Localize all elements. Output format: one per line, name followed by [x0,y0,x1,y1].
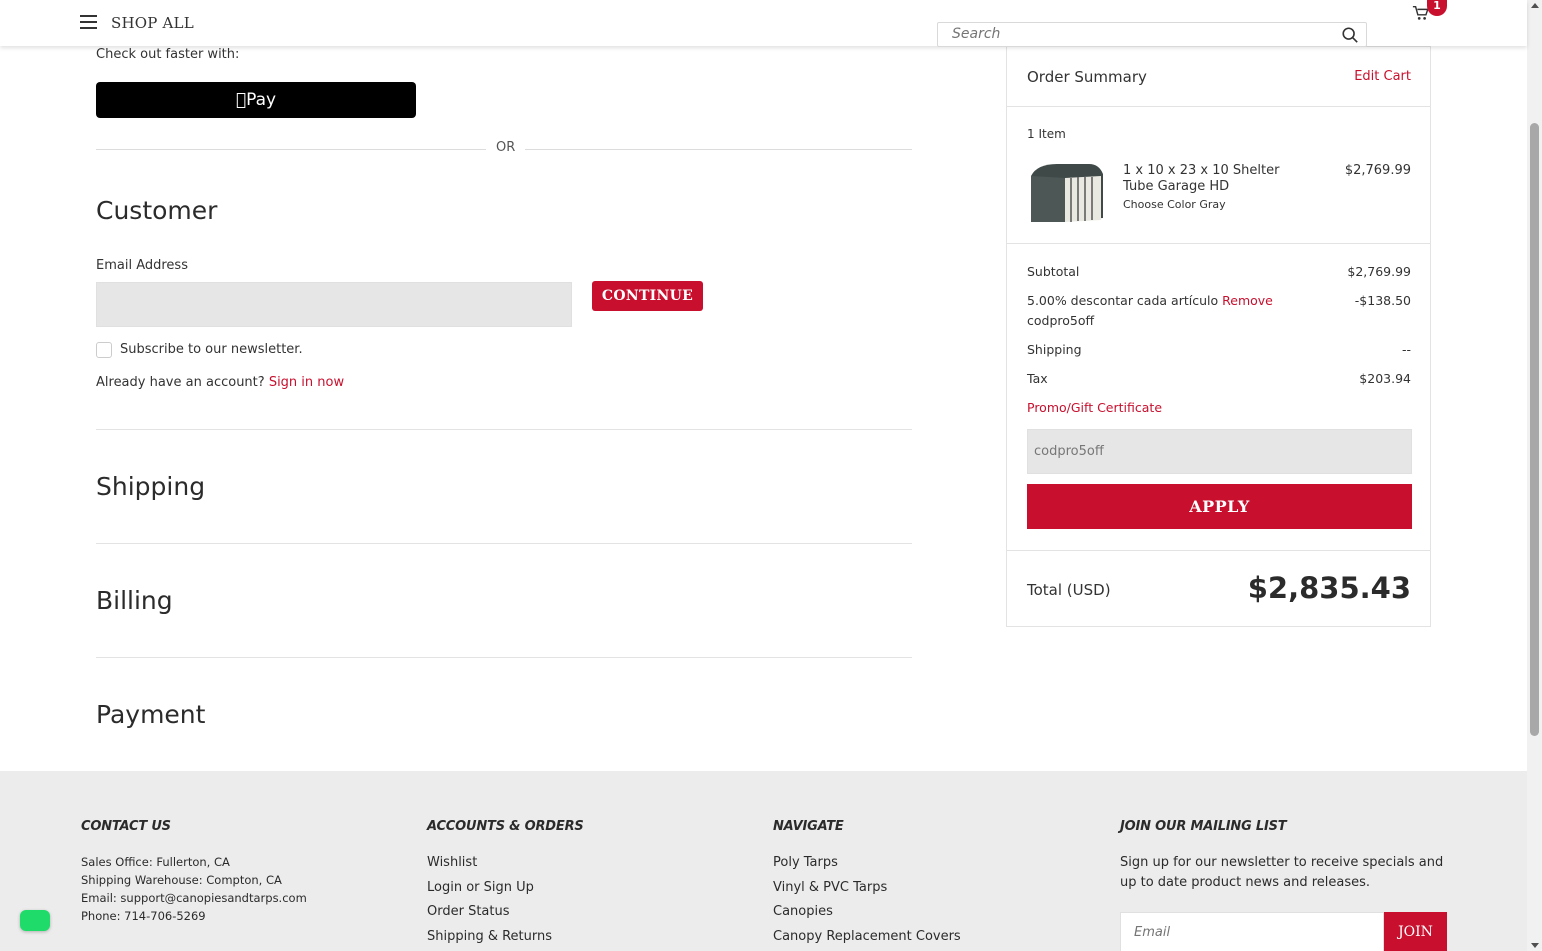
join-button[interactable]: JOIN [1384,912,1447,951]
newsletter-checkbox[interactable] [96,342,112,358]
customer-section-title: Customer [96,196,218,225]
scrollbar-thumb[interactable] [1530,123,1539,736]
summary-divider [1007,106,1430,107]
product-option: Choose Color Gray [1123,198,1226,211]
promo-code-input[interactable] [1027,429,1412,474]
product-price: $2,769.99 [1344,163,1411,178]
contact-line: Sales Office: Fullerton, CA [81,855,230,869]
subtotal-label: Subtotal [1027,264,1080,279]
shipping-section-title[interactable]: Shipping [96,472,205,501]
section-divider [96,657,912,658]
promo-gift-link[interactable]: Promo/Gift Certificate [1027,400,1162,415]
contact-line: Phone: 714-706-5269 [81,909,206,923]
menu-icon[interactable] [80,15,97,29]
chat-icon[interactable] [20,910,50,931]
checkout-faster-text: Check out faster with: [96,47,240,62]
site-header: SHOP ALL 1 [0,0,1527,47]
remove-discount-link[interactable]: Remove [1222,293,1273,308]
total-label: Total (USD) [1027,581,1111,599]
continue-button[interactable]: CONTINUE [592,281,703,311]
or-text: OR [486,140,526,155]
contact-line: Shipping Warehouse: Compton, CA [81,873,282,887]
footer-link-login[interactable]: Login or Sign Up [427,876,552,901]
discount-value: -$138.50 [1354,293,1411,308]
section-divider [96,543,912,544]
account-prompt-text: Already have an account? [96,375,265,390]
footer-link-shipping-returns[interactable]: Shipping & Returns [427,925,552,950]
billing-section-title[interactable]: Billing [96,586,173,615]
scroll-down-icon[interactable] [1531,943,1539,948]
product-image [1031,164,1103,222]
total-value: $2,835.43 [1247,571,1411,605]
payment-section-title[interactable]: Payment [96,700,205,729]
discount-code: codpro5off [1027,313,1095,328]
search-input[interactable] [952,23,1332,45]
tax-label: Tax [1027,371,1048,386]
shipping-value: -- [1401,342,1411,357]
apple-pay-button[interactable]: Pay [96,82,416,118]
search-icon[interactable] [1341,26,1359,44]
discount-label: 5.00% descontar cada artículo Remove cod… [1027,291,1327,331]
footer-link-canopies[interactable]: Canopies [773,900,961,925]
shipping-label: Shipping [1027,342,1082,357]
shop-all-link[interactable]: SHOP ALL [111,14,194,32]
apple-pay-label: Pay [241,90,276,110]
discount-text: 5.00% descontar cada artículo [1027,293,1219,308]
navigate-heading: NAVIGATE [773,819,844,834]
footer-link-poly-tarps[interactable]: Poly Tarps [773,851,961,876]
email-field[interactable] [96,282,572,327]
newsletter-email-input[interactable] [1120,912,1384,951]
apple-icon:  [236,90,246,110]
item-count: 1 Item [1027,127,1066,141]
order-summary-title: Order Summary [1027,68,1147,86]
site-footer: CONTACT US Sales Office: Fullerton, CA S… [0,771,1527,951]
accounts-heading: ACCOUNTS & ORDERS [427,819,584,834]
summary-divider [1007,243,1430,244]
edit-cart-link[interactable]: Edit Cart [1354,69,1411,84]
account-prompt: Already have an account? Sign in now [96,375,344,390]
scroll-up-icon[interactable] [1531,3,1539,8]
subtotal-value: $2,769.99 [1347,264,1411,279]
sign-in-link[interactable]: Sign in now [269,375,344,390]
contact-heading: CONTACT US [81,819,171,834]
tax-value: $203.94 [1359,371,1411,386]
mailing-description: Sign up for our newsletter to receive sp… [1120,855,1444,890]
footer-link-replacement-covers[interactable]: Canopy Replacement Covers [773,925,961,950]
accounts-links: Wishlist Login or Sign Up Order Status S… [427,851,552,950]
page-scrollbar[interactable] [1527,0,1542,951]
product-name: 1 x 10 x 23 x 10 Shelter Tube Garage HD [1123,163,1280,194]
contact-line: Email: support@canopiesandtarps.com [81,891,307,905]
email-label: Email Address [96,258,188,273]
search-bar [937,22,1367,47]
apply-button[interactable]: APPLY [1027,484,1412,529]
footer-link-order-status[interactable]: Order Status [427,900,552,925]
footer-link-vinyl-tarps[interactable]: Vinyl & PVC Tarps [773,876,961,901]
order-summary: Order Summary Edit Cart 1 Item 1 x 10 x … [1006,46,1431,627]
summary-divider [1007,550,1430,551]
contact-info: Sales Office: Fullerton, CA Shipping War… [81,853,307,925]
newsletter-label: Subscribe to our newsletter. [120,342,303,357]
cart-count-badge: 1 [1427,0,1447,16]
mailing-heading: JOIN OUR MAILING LIST [1120,819,1287,834]
navigate-links: Poly Tarps Vinyl & PVC Tarps Canopies Ca… [773,851,961,950]
section-divider [96,429,912,430]
footer-link-wishlist[interactable]: Wishlist [427,851,552,876]
